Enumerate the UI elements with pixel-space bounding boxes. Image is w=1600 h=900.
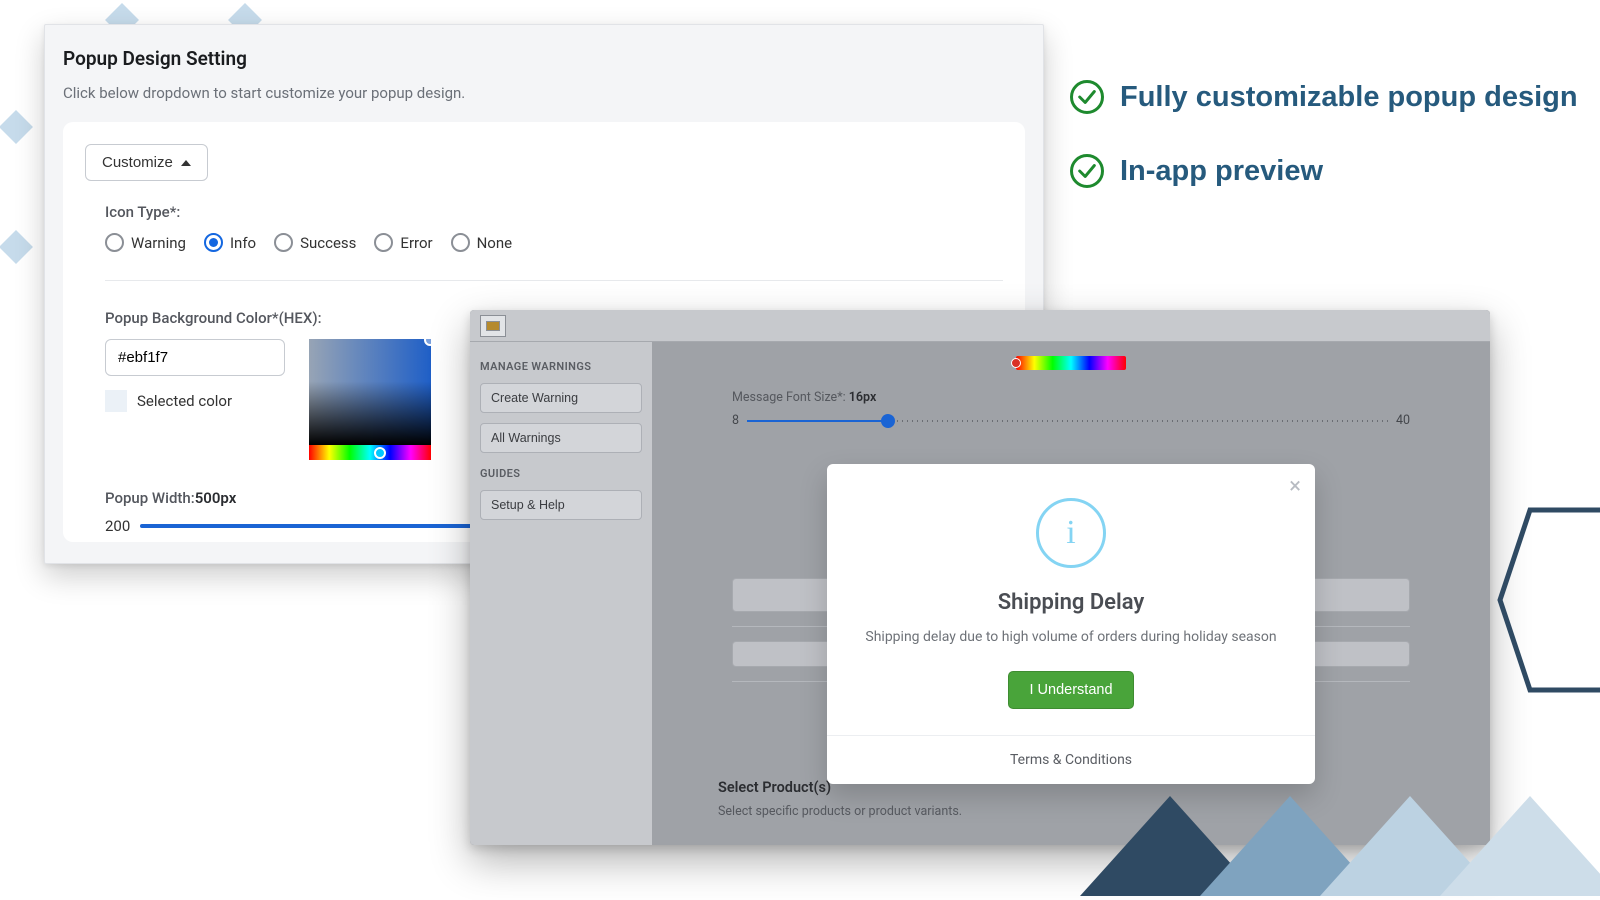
select-products-title: Select Product(s) — [718, 779, 962, 796]
color-picker-handle[interactable] — [424, 334, 436, 346]
decoration-triangles — [1080, 656, 1600, 900]
settings-subtitle: Click below dropdown to start customize … — [63, 84, 1025, 102]
icon-type-radios: Warning Info Success Error None — [105, 233, 1003, 252]
sidebar-heading-manage: MANAGE WARNINGS — [480, 360, 642, 373]
decoration-diamond — [0, 230, 33, 264]
icon-type-label: Icon Type*: — [105, 203, 1003, 221]
divider — [105, 280, 1003, 281]
settings-title: Popup Design Setting — [63, 47, 1025, 70]
font-size-label: Message Font Size*: 16px — [732, 390, 876, 405]
feature-list: Fully customizable popup design In-app p… — [1070, 80, 1578, 228]
info-icon: i — [1036, 498, 1106, 568]
popup-message: Shipping delay due to high volume of ord… — [857, 629, 1285, 645]
font-size-slider[interactable]: 8 40 — [732, 413, 1410, 428]
check-icon — [1070, 154, 1104, 188]
radio-success[interactable]: Success — [274, 233, 356, 252]
feature-item: In-app preview — [1070, 154, 1578, 188]
hue-handle[interactable] — [374, 447, 386, 459]
select-products-section: Select Product(s) Select specific produc… — [718, 779, 962, 819]
feature-text: In-app preview — [1120, 155, 1323, 188]
feature-text: Fully customizable popup design — [1120, 81, 1578, 114]
font-min: 8 — [732, 413, 739, 428]
color-picker[interactable] — [309, 339, 431, 460]
close-icon[interactable]: × — [1289, 476, 1301, 498]
selected-color-label: Selected color — [137, 392, 232, 410]
popup-title: Shipping Delay — [857, 590, 1285, 615]
width-min: 200 — [105, 517, 130, 535]
all-warnings-button[interactable]: All Warnings — [480, 423, 642, 453]
check-icon — [1070, 80, 1104, 114]
radio-warning[interactable]: Warning — [105, 233, 186, 252]
select-products-sub: Select specific products or product vari… — [718, 804, 962, 819]
create-warning-button[interactable]: Create Warning — [480, 383, 642, 413]
setup-help-button[interactable]: Setup & Help — [480, 490, 642, 520]
radio-info[interactable]: Info — [204, 233, 256, 252]
customize-dropdown[interactable]: Customize — [85, 144, 208, 181]
color-gradient-bar[interactable] — [1016, 356, 1126, 370]
sidebar-heading-guides: GUIDES — [480, 467, 642, 480]
font-max: 40 — [1396, 413, 1410, 428]
bg-hex-input[interactable] — [105, 339, 285, 376]
radio-error[interactable]: Error — [374, 233, 432, 252]
selected-color-swatch — [105, 390, 127, 412]
preview-sidebar: MANAGE WARNINGS Create Warning All Warni… — [470, 342, 652, 845]
decoration-diamond — [0, 110, 33, 144]
app-icon — [480, 315, 506, 337]
popup-width-label: Popup Width:500px — [105, 489, 236, 507]
customize-label: Customize — [102, 154, 173, 171]
feature-item: Fully customizable popup design — [1070, 80, 1578, 114]
preview-topbar — [470, 310, 1490, 342]
caret-up-icon — [181, 160, 191, 166]
font-slider-thumb[interactable] — [881, 414, 895, 428]
radio-none[interactable]: None — [451, 233, 513, 252]
